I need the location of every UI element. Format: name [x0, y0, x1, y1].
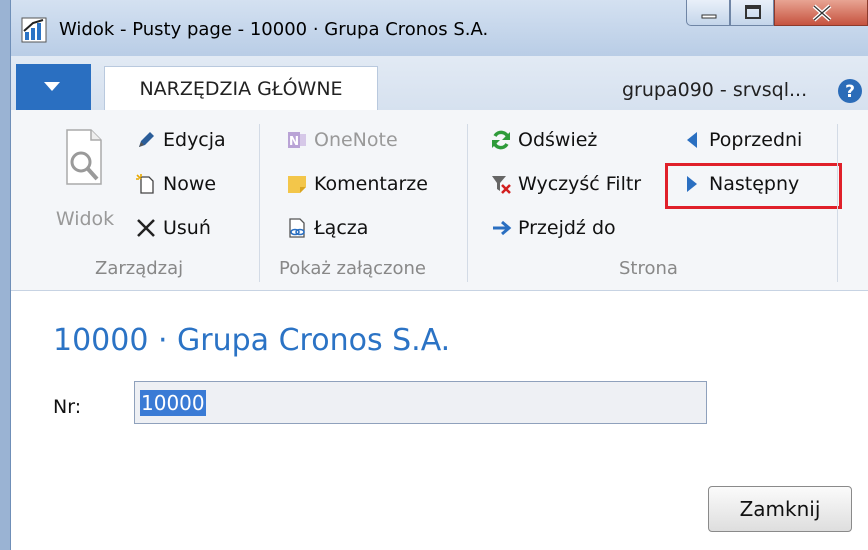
window-left-border: [0, 0, 11, 550]
delete-x-icon: [137, 219, 155, 237]
lacza-label: Łącza: [314, 217, 369, 239]
poprzedni-button[interactable]: Poprzedni: [681, 125, 802, 155]
widok-button[interactable]: Widok: [47, 128, 119, 230]
onenote-button[interactable]: N OneNote: [286, 125, 398, 155]
group-label-zarzadzaj: Zarządzaj: [95, 258, 184, 279]
przejdz-do-label: Przejdź do: [518, 217, 616, 239]
svg-text:?: ?: [845, 82, 855, 102]
svg-text:N: N: [289, 134, 299, 148]
widok-label: Widok: [55, 208, 115, 230]
help-icon[interactable]: ?: [837, 78, 863, 104]
komentarze-label: Komentarze: [314, 173, 428, 195]
edycja-label: Edycja: [163, 129, 226, 151]
new-document-icon: [136, 174, 154, 194]
minimize-button[interactable]: [686, 0, 730, 26]
title-bar: Widok - Pusty page - 10000 · Grupa Crono…: [11, 0, 868, 56]
previous-arrow-icon: [687, 132, 697, 148]
onenote-label: OneNote: [314, 129, 398, 151]
minimize-icon: [701, 14, 717, 19]
poprzedni-label: Poprzedni: [709, 129, 803, 151]
lacza-button[interactable]: Łącza: [286, 213, 368, 243]
nastepny-highlight-box: [665, 163, 842, 209]
file-menu-button[interactable]: [16, 64, 91, 110]
wyczysc-filtr-label: Wyczyść Filtr: [518, 173, 642, 195]
page-title: 10000 · Grupa Cronos S.A.: [53, 323, 451, 358]
maximize-button[interactable]: [730, 0, 774, 26]
arrow-right-icon: [493, 220, 512, 236]
onenote-icon: N: [288, 132, 306, 148]
komentarze-button[interactable]: Komentarze: [286, 169, 428, 199]
ribbon-separator: [837, 124, 838, 282]
edycja-button[interactable]: Edycja: [135, 125, 226, 155]
ribbon-tab-row: NARZĘDZIA GŁÓWNE grupa090 - srvsql... ?: [11, 56, 868, 111]
link-icon: [289, 218, 305, 238]
wyczysc-filtr-button[interactable]: Wyczyść Filtr: [490, 169, 641, 199]
usun-button[interactable]: Usuń: [135, 213, 211, 243]
tab-narzedzia-glowne[interactable]: NARZĘDZIA GŁÓWNE: [104, 66, 378, 111]
note-icon: [288, 176, 306, 193]
nr-field-value: 10000: [140, 389, 206, 416]
pencil-icon: [139, 132, 154, 147]
server-info[interactable]: grupa090 - srvsql...: [622, 79, 807, 101]
refresh-icon: [492, 130, 510, 150]
window-title: Widok - Pusty page - 10000 · Grupa Crono…: [59, 19, 489, 40]
przejdz-do-button[interactable]: Przejdź do: [490, 213, 616, 243]
nr-label: Nr:: [53, 396, 82, 418]
nowe-label: Nowe: [163, 173, 217, 195]
zamknij-button[interactable]: Zamknij: [708, 486, 852, 532]
view-document-icon: [66, 129, 102, 185]
app-logo-icon: [21, 17, 47, 43]
ribbon-separator: [259, 124, 260, 282]
ribbon: Widok Edycja Nowe Usuń Zarządzaj N OneNo…: [11, 110, 868, 291]
group-label-pokaz-zalaczone: Pokaż załączone: [279, 258, 426, 279]
nowe-button[interactable]: Nowe: [135, 169, 216, 199]
close-icon: [812, 4, 832, 22]
group-label-strona: Strona: [619, 258, 678, 279]
ribbon-separator: [467, 124, 468, 282]
app-window: Widok - Pusty page - 10000 · Grupa Crono…: [11, 0, 868, 550]
maximize-icon: [745, 5, 761, 19]
odswiez-button[interactable]: Odśwież: [490, 125, 597, 155]
clear-filter-icon: [492, 176, 511, 194]
dropdown-arrow-icon: [44, 82, 60, 91]
nr-field[interactable]: 10000: [134, 381, 707, 424]
close-window-button[interactable]: [774, 0, 868, 26]
odswiez-label: Odśwież: [518, 129, 598, 151]
usun-label: Usuń: [163, 217, 211, 239]
